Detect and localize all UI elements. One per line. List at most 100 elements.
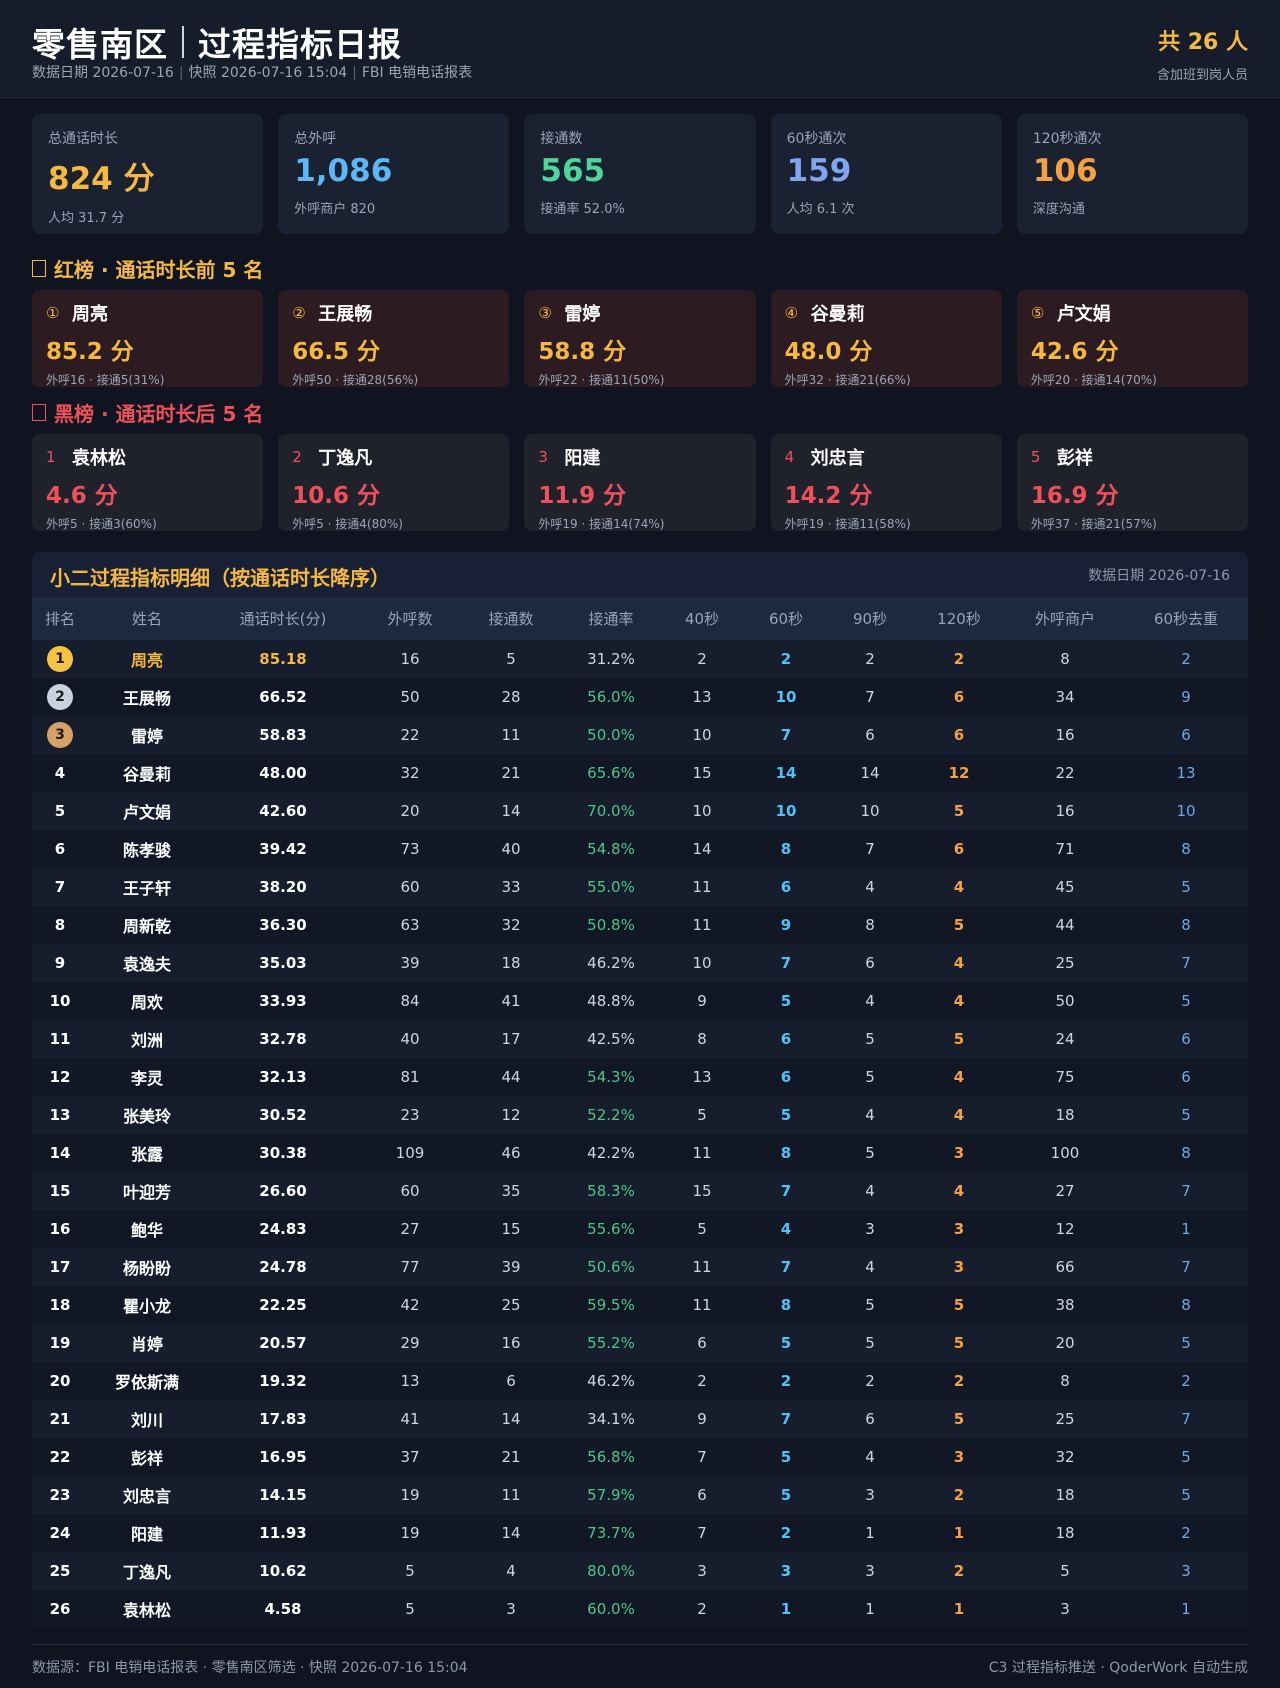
merchant-cell: 18 (1006, 1476, 1124, 1514)
sec60-cell: 5 (744, 982, 828, 1020)
sec90-cell: 5 (828, 1020, 912, 1058)
duration-cell: 30.38 (206, 1134, 360, 1172)
sec60-cell: 9 (744, 906, 828, 944)
table-row: 9 袁逸夫 35.03 39 18 46.2% 10 7 6 4 25 7 (32, 944, 1248, 982)
table-header-bar: 小二过程指标明细（按通话时长降序） 数据日期 2026-07-16 (32, 552, 1248, 597)
footer: 数据源：FBI 电销电话报表 · 零售南区筛选 · 快照 2026-07-16 … (32, 1644, 1248, 1677)
connect-rate-cell: 59.5% (562, 1286, 660, 1324)
connected-cell: 35 (460, 1172, 562, 1210)
connect-rate-cell: 52.2% (562, 1096, 660, 1134)
merchant-cell: 18 (1006, 1096, 1124, 1134)
name-cell: 袁林松 (88, 1590, 206, 1628)
red-board-card: ⑤ 卢文娟 42.6 分外呼20 · 接通14(70%) (1016, 290, 1249, 387)
duration-cell: 4.58 (206, 1590, 360, 1628)
merchant-cell: 38 (1006, 1286, 1124, 1324)
duration-cell: 30.52 (206, 1096, 360, 1134)
red-board: ① 周亮 85.2 分外呼16 · 接通5(31%) ② 王展畅 66.5 分外呼50 ·… (32, 290, 1249, 387)
name-cell: 卢文娟 (88, 792, 206, 830)
column-header: 60秒去重 (1124, 597, 1248, 640)
outbound-cell: 23 (360, 1096, 460, 1134)
sec60-dedup-cell: 6 (1124, 1020, 1248, 1058)
duration-cell: 48.00 (206, 754, 360, 792)
column-header: 40秒 (660, 597, 744, 640)
sec90-cell: 3 (828, 1552, 912, 1590)
connected-cell: 6 (460, 1362, 562, 1400)
sec40-cell: 5 (660, 1096, 744, 1134)
sec40-cell: 11 (660, 868, 744, 906)
call-duration: 58.8 分 (538, 339, 627, 365)
sec90-cell: 6 (828, 716, 912, 754)
connect-rate-cell: 34.1% (562, 1400, 660, 1438)
connect-rate-cell: 80.0% (562, 1552, 660, 1590)
sec60-dedup-cell: 8 (1124, 1134, 1248, 1172)
sec60-dedup-cell: 5 (1124, 868, 1248, 906)
duration-cell: 42.60 (206, 792, 360, 830)
duration-cell: 20.57 (206, 1324, 360, 1362)
sec60-cell: 3 (744, 1552, 828, 1590)
table-row: 19 肖婷 20.57 29 16 55.2% 6 5 5 5 20 5 (32, 1324, 1248, 1362)
sec120-cell: 5 (912, 1020, 1006, 1058)
name-cell: 周新乾 (88, 906, 206, 944)
duration-cell: 35.03 (206, 944, 360, 982)
rank-card-head: ② 王展畅 (292, 300, 495, 326)
black-board: 1 袁林松 4.6 分外呼5 · 接通3(60%) 2 丁逸凡 10.6 分外呼5 · 接… (32, 434, 1249, 531)
sec120-cell: 6 (912, 830, 1006, 868)
sec120-cell: 6 (912, 716, 1006, 754)
sec90-cell: 1 (828, 1514, 912, 1552)
agent-name: 谷曼莉 (810, 304, 865, 325)
rank-cell: 15 (32, 1172, 88, 1210)
rank-card-head: 3 阳建 (538, 444, 741, 470)
footer-source: 数据源：FBI 电销电话报表 · 零售南区筛选 · 快照 2026-07-16 … (32, 1660, 468, 1676)
medal-icon: 1 (47, 646, 73, 672)
board-icon (32, 404, 46, 421)
sec90-cell: 5 (828, 1286, 912, 1324)
duration-cell: 26.60 (206, 1172, 360, 1210)
table-row: 10 周欢 33.93 84 41 48.8% 9 5 4 4 50 5 (32, 982, 1248, 1020)
sec60-cell: 8 (744, 1134, 828, 1172)
sec60-cell: 6 (744, 1020, 828, 1058)
kpi-card: 接通数 565 接通率 52.0% (524, 114, 756, 234)
connected-cell: 18 (460, 944, 562, 982)
headcount-value: 共 26 人 (1158, 30, 1248, 55)
table-row: 26 袁林松 4.58 5 3 60.0% 2 1 1 1 3 1 (32, 1590, 1248, 1628)
sec60-cell: 6 (744, 868, 828, 906)
connect-rate-cell: 73.7% (562, 1514, 660, 1552)
region-title: 零售南区 (32, 25, 168, 64)
sec60-dedup-cell: 5 (1124, 982, 1248, 1020)
outbound-cell: 81 (360, 1058, 460, 1096)
red-board-title: 红榜 · 通话时长前 5 名 (32, 254, 263, 283)
connect-rate-cell: 55.0% (562, 868, 660, 906)
sec60-cell: 6 (744, 1058, 828, 1096)
sec60-cell: 10 (744, 678, 828, 716)
call-summary: 外呼5 · 接通4(80%) (292, 517, 403, 531)
kpi-label: 接通数 (540, 131, 583, 147)
connected-cell: 17 (460, 1020, 562, 1058)
agent-name: 卢文娟 (1056, 304, 1111, 325)
table-row: 18 瞿小龙 22.25 42 25 59.5% 11 8 5 5 38 8 (32, 1286, 1248, 1324)
sec120-cell: 4 (912, 1096, 1006, 1134)
connected-cell: 21 (460, 754, 562, 792)
name-cell: 瞿小龙 (88, 1286, 206, 1324)
call-summary: 外呼22 · 接通11(50%) (538, 373, 665, 387)
medal-icon: 2 (47, 684, 73, 710)
duration-cell: 17.83 (206, 1400, 360, 1438)
call-duration: 48.0 分 (784, 339, 873, 365)
name-cell: 肖婷 (88, 1324, 206, 1362)
name-cell: 刘忠言 (88, 1476, 206, 1514)
connect-rate-cell: 50.6% (562, 1248, 660, 1286)
rank-cell: 7 (32, 868, 88, 906)
sec90-cell: 4 (828, 1438, 912, 1476)
sec60-cell: 7 (744, 716, 828, 754)
duration-cell: 39.42 (206, 830, 360, 868)
sec40-cell: 2 (660, 640, 744, 678)
outbound-cell: 13 (360, 1362, 460, 1400)
sec90-cell: 7 (828, 678, 912, 716)
agent-name: 雷婷 (564, 304, 601, 325)
sec90-cell: 4 (828, 982, 912, 1020)
connect-rate-cell: 50.8% (562, 906, 660, 944)
kpi-value: 1,086 (294, 153, 393, 189)
table-row: 16 鲍华 24.83 27 15 55.6% 5 4 3 3 12 1 (32, 1210, 1248, 1248)
call-duration: 42.6 分 (1030, 339, 1119, 365)
sec60-dedup-cell: 1 (1124, 1210, 1248, 1248)
connected-cell: 25 (460, 1286, 562, 1324)
